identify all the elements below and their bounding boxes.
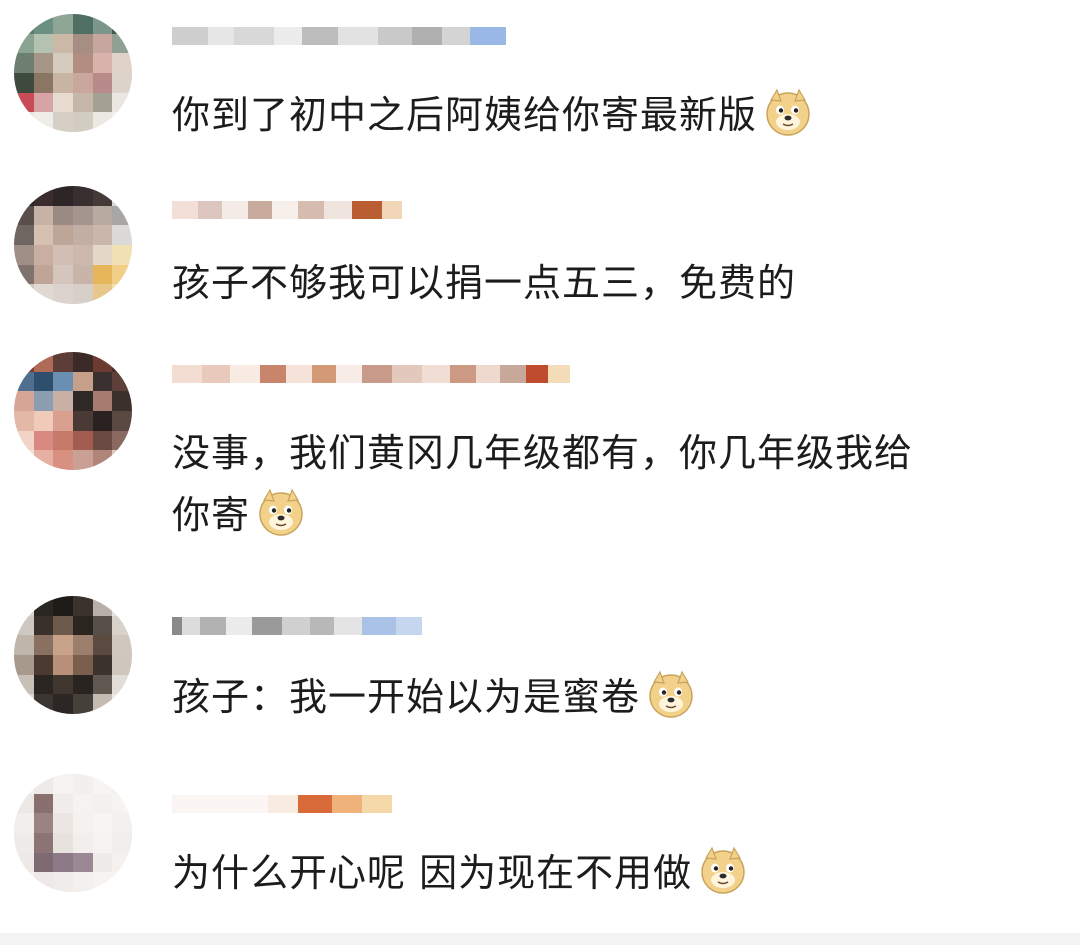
comment-text-content: 为什么开心呢 因为现在不用做: [172, 851, 693, 895]
avatar[interactable]: [14, 596, 132, 714]
username-redacted[interactable]: [172, 608, 422, 644]
avatar[interactable]: [14, 186, 132, 304]
comment-text: 孩子：我一开始以为是蜜卷: [172, 666, 696, 728]
comment-text-content: 孩子不够我可以捐一点五三，免费的: [172, 261, 797, 305]
username-redacted[interactable]: [172, 18, 506, 54]
doge-icon: [649, 670, 693, 718]
comment-text: 你到了初中之后阿姨给你寄最新版: [172, 84, 813, 146]
comment-text-content: 你到了初中之后阿姨给你寄最新版: [172, 93, 758, 137]
comment-text-content: 孩子：我一开始以为是蜜卷: [172, 675, 641, 719]
username-redacted[interactable]: [172, 786, 392, 822]
comment-text: 孩子不够我可以捐一点五三，免费的: [172, 252, 796, 314]
comment-text: 没事，我们黄冈几年级都有，你几年级我给 你寄: [172, 422, 913, 546]
avatar[interactable]: [14, 14, 132, 132]
doge-icon: [701, 846, 745, 894]
username-redacted[interactable]: [172, 356, 570, 392]
username-redacted[interactable]: [172, 192, 402, 228]
doge-icon: [766, 88, 810, 136]
comment-text: 为什么开心呢 因为现在不用做: [172, 842, 748, 904]
doge-icon: [259, 488, 303, 536]
bottom-divider: [0, 933, 1080, 945]
avatar[interactable]: [14, 352, 132, 470]
avatar[interactable]: [14, 774, 132, 892]
